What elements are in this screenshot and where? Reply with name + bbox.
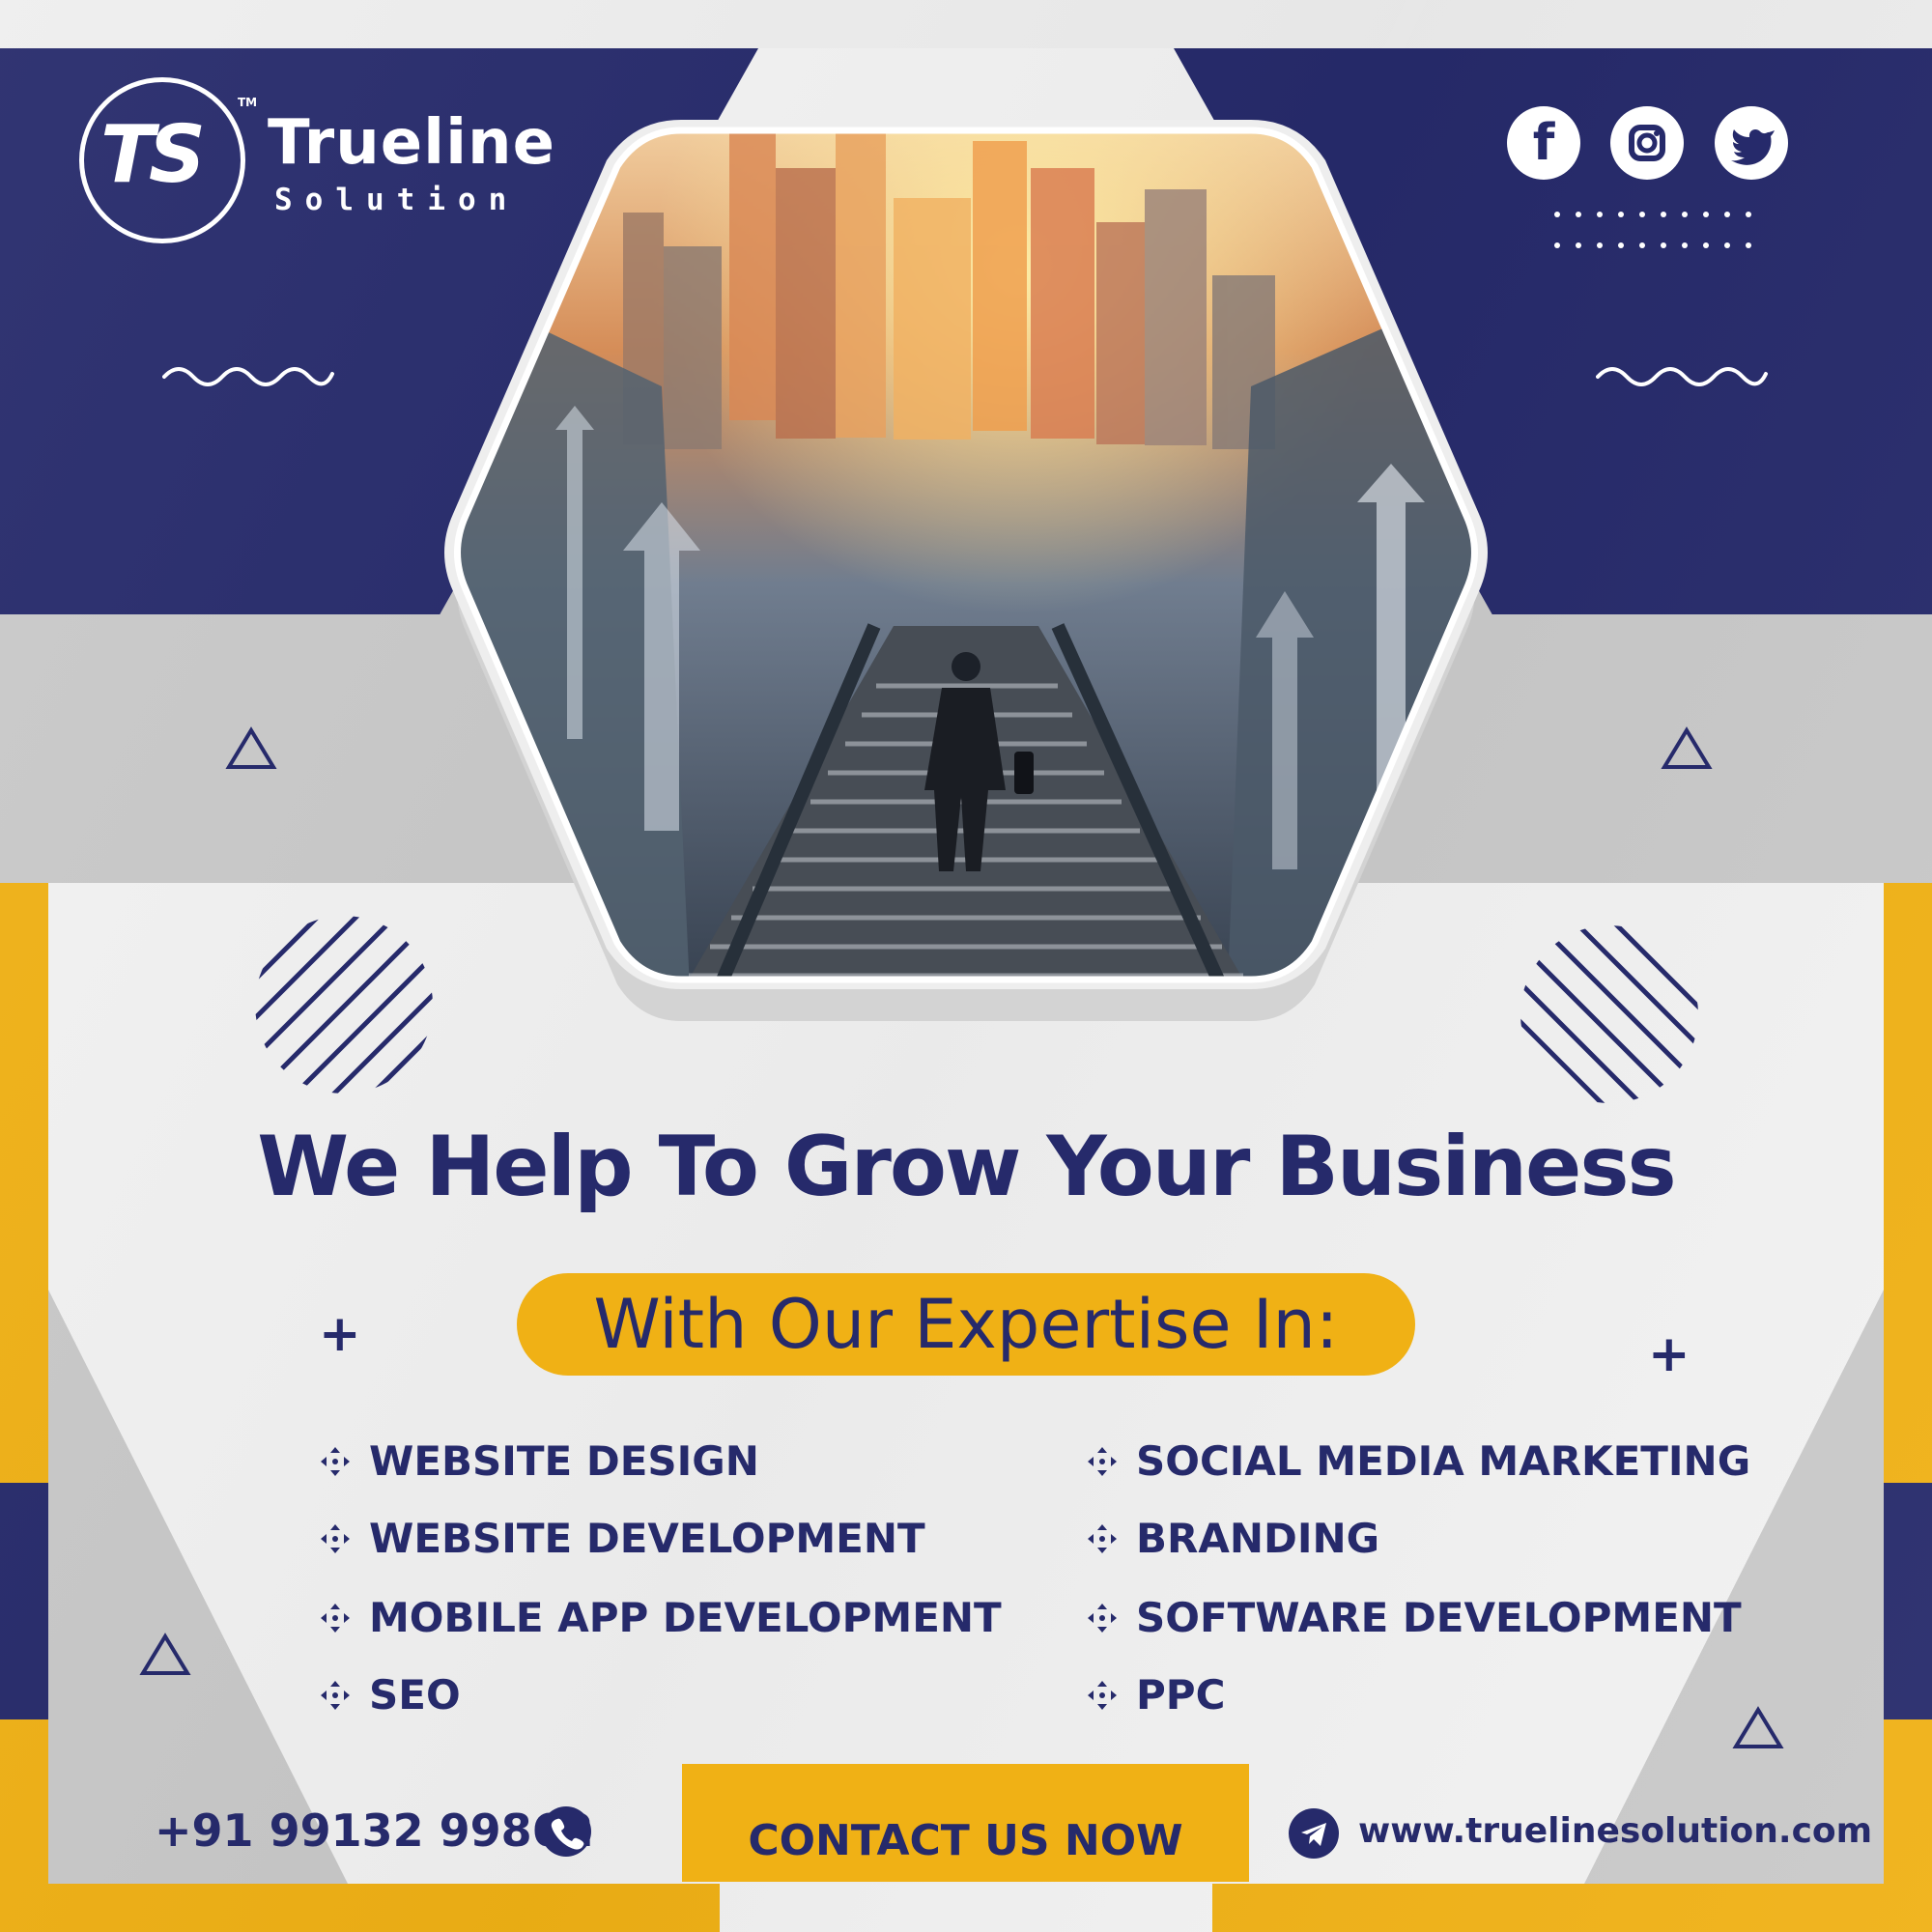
instagram-glyph (1629, 125, 1665, 161)
service-item: SOFTWARE DEVELOPMENT (1086, 1598, 1742, 1638)
service-label: SOFTWARE DEVELOPMENT (1136, 1594, 1742, 1641)
phone-glyph (551, 1818, 584, 1850)
right-plus-decoration: + (1648, 1325, 1690, 1383)
expertise-pill: With Our Expertise In: (517, 1273, 1415, 1376)
move-arrows-icon (1088, 1681, 1117, 1710)
service-label: WEBSITE DESIGN (369, 1437, 759, 1485)
logo-monogram: TS (100, 109, 206, 201)
service-item: BRANDING (1086, 1519, 1379, 1559)
contact-us-label: CONTACT US NOW (748, 1816, 1183, 1865)
hexagon-photo (444, 120, 1488, 1021)
contact-us-button[interactable]: CONTACT US NOW (682, 1764, 1249, 1882)
bottom-right-triangle-outline (1732, 1706, 1784, 1748)
trademark-symbol: TM (238, 96, 258, 109)
service-item: MOBILE APP DEVELOPMENT (319, 1598, 1002, 1638)
left-wave-decoration (162, 367, 334, 386)
service-label: PPC (1136, 1671, 1226, 1719)
move-arrows-icon (321, 1524, 350, 1553)
phone-number[interactable]: +91 99132 99862 (155, 1808, 594, 1853)
service-label: BRANDING (1136, 1515, 1380, 1562)
service-item: WEBSITE DEVELOPMENT (319, 1519, 925, 1559)
right-striped-circle (1520, 925, 1698, 1103)
right-wave-decoration (1596, 367, 1768, 386)
facebook-glyph: f (1532, 114, 1555, 172)
right-triangle-outline (1661, 726, 1713, 769)
service-label: SEO (369, 1671, 461, 1719)
move-arrows-icon (1088, 1604, 1117, 1633)
website-link[interactable]: www.truelinesolution.com (1358, 1814, 1872, 1849)
service-item: SEO (319, 1675, 461, 1716)
move-arrows-icon (321, 1681, 350, 1710)
move-arrows-icon (321, 1447, 350, 1476)
move-arrows-icon (1088, 1447, 1117, 1476)
service-item: SOCIAL MEDIA MARKETING (1086, 1441, 1750, 1482)
service-label: WEBSITE DEVELOPMENT (369, 1515, 925, 1562)
move-arrows-icon (1088, 1524, 1117, 1553)
twitter-icon[interactable] (1715, 106, 1788, 180)
dot-grid-decoration (1554, 212, 1751, 248)
bottom-left-triangle-outline (139, 1633, 191, 1675)
expertise-heading: With Our Expertise In: (593, 1285, 1339, 1364)
service-label: SOCIAL MEDIA MARKETING (1136, 1437, 1751, 1485)
instagram-icon[interactable] (1610, 106, 1684, 180)
telegram-icon[interactable] (1289, 1808, 1339, 1859)
facebook-icon[interactable]: f (1507, 106, 1580, 180)
move-arrows-icon (321, 1604, 350, 1633)
left-triangle-outline (225, 726, 277, 769)
headline: We Help To Grow Your Business (257, 1119, 1677, 1215)
service-item: PPC (1086, 1675, 1225, 1716)
phone-icon[interactable] (541, 1806, 591, 1857)
poster: TS TM Trueline Solution f We Help To Gro… (0, 0, 1932, 1932)
left-plus-decoration: + (319, 1305, 361, 1363)
service-label: MOBILE APP DEVELOPMENT (369, 1594, 1002, 1641)
twitter-bird-glyph (1731, 129, 1775, 165)
left-striped-circle (255, 916, 433, 1094)
paper-plane-glyph (1301, 1823, 1326, 1846)
service-item: WEBSITE DESIGN (319, 1441, 759, 1482)
